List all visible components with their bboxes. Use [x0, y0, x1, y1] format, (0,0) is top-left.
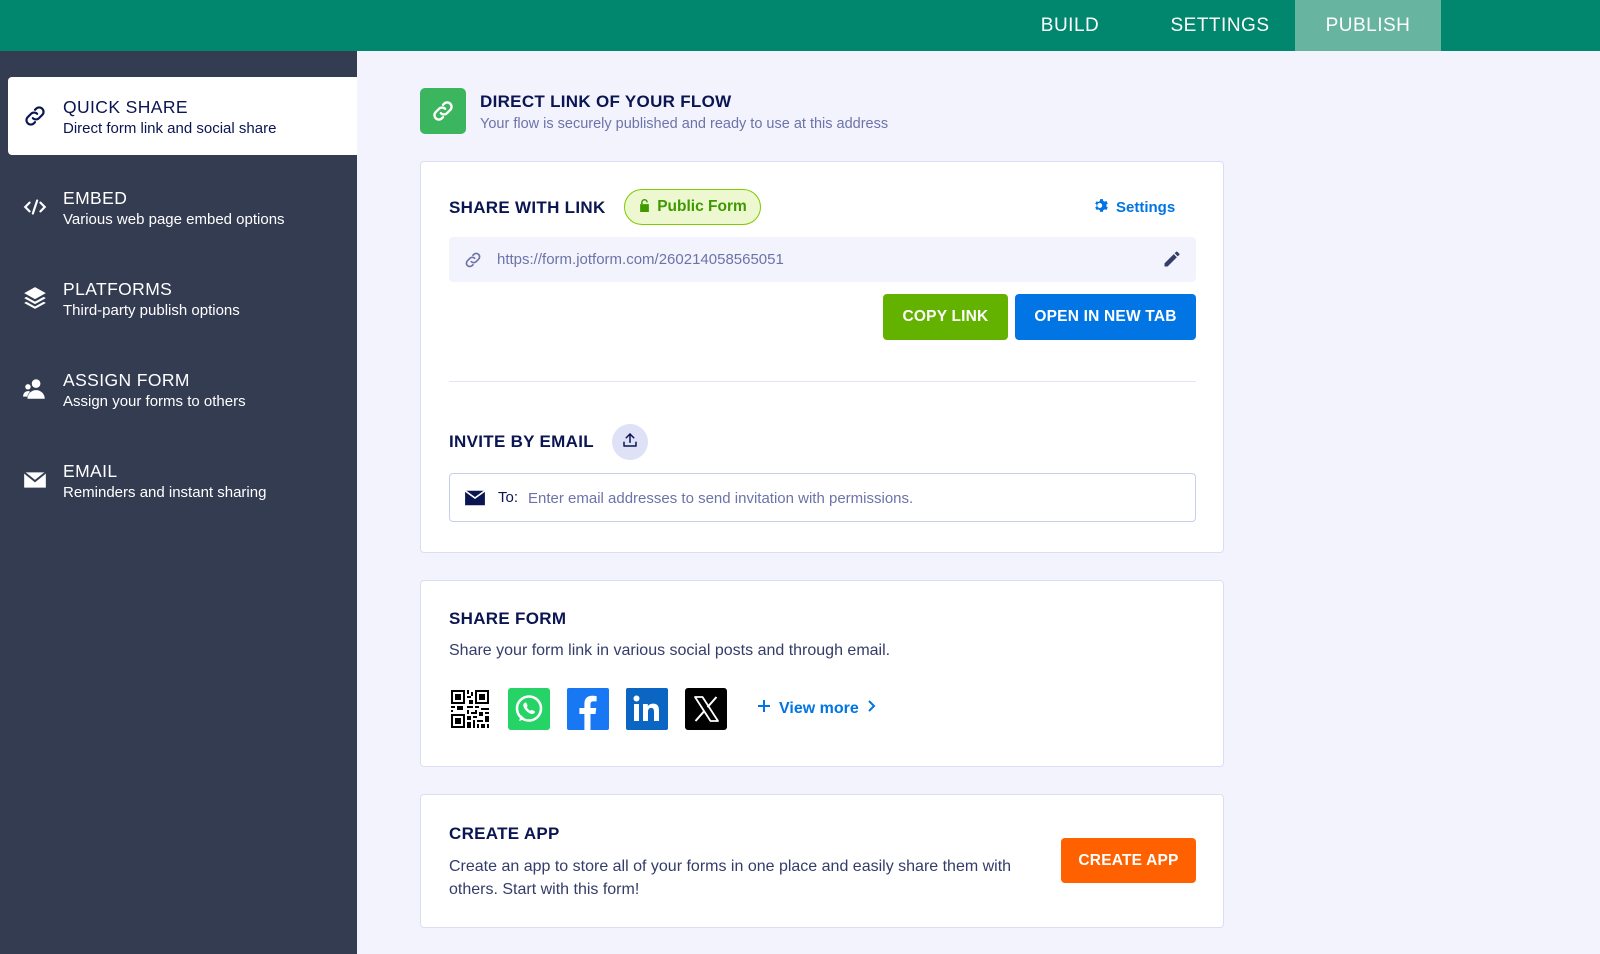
facebook-icon[interactable]: [567, 688, 609, 730]
form-url: https://form.jotform.com/260214058565051: [497, 251, 784, 268]
sidebar-item-embed[interactable]: EMBED Various web page embed options: [8, 168, 357, 246]
share-form-description: Share your form link in various social p…: [449, 642, 891, 659]
create-app-title: CREATE APP: [449, 824, 560, 843]
pencil-icon[interactable]: [1162, 249, 1182, 274]
tab-build[interactable]: BUILD: [1010, 0, 1130, 51]
open-in-new-tab-button[interactable]: OPEN IN NEW TAB: [1015, 294, 1196, 340]
page-title: DIRECT LINK OF YOUR FLOW: [480, 92, 732, 111]
create-app-description: Create an app to store all of your forms…: [449, 858, 1012, 898]
settings-label: Settings: [1116, 199, 1176, 216]
badge-label: Public Form: [657, 198, 747, 215]
x-icon[interactable]: [685, 688, 727, 730]
upload-icon: [621, 431, 639, 454]
sidebar-item-title: PLATFORMS: [63, 279, 173, 299]
chevron-right-icon: [867, 699, 877, 718]
page-subtitle: Your flow is securely published and read…: [480, 116, 889, 132]
gear-icon: [1093, 197, 1110, 218]
sidebar-item-subtitle: Direct form link and social share: [63, 120, 277, 137]
divider: [449, 381, 1196, 382]
sidebar-item-subtitle: Various web page embed options: [63, 211, 285, 228]
create-app-button[interactable]: CREATE APP: [1061, 838, 1196, 883]
tab-settings[interactable]: SETTINGS: [1145, 0, 1295, 51]
to-label: To:: [498, 489, 519, 506]
layers-icon: [22, 285, 48, 311]
sidebar: QUICK SHARE Direct form link and social …: [0, 51, 357, 954]
invite-by-email-title: INVITE BY EMAIL: [449, 432, 594, 451]
lock-icon: [638, 198, 651, 217]
sidebar-item-subtitle: Third-party publish options: [63, 302, 240, 319]
users-icon: [22, 376, 48, 402]
share-form-title: SHARE FORM: [449, 609, 567, 628]
envelope-icon: [22, 467, 48, 493]
link-icon: [463, 250, 483, 275]
sidebar-item-title: ASSIGN FORM: [63, 370, 190, 390]
whatsapp-icon[interactable]: [508, 688, 550, 730]
sidebar-item-quick-share[interactable]: QUICK SHARE Direct form link and social …: [8, 77, 357, 155]
copy-link-button[interactable]: COPY LINK: [883, 294, 1008, 340]
view-more-label: View more: [779, 699, 859, 717]
settings-link[interactable]: Settings: [1093, 197, 1175, 218]
view-more-link[interactable]: View more: [757, 699, 877, 718]
public-form-badge[interactable]: Public Form: [624, 189, 761, 225]
envelope-icon: [464, 489, 486, 512]
qr-code-icon[interactable]: [449, 688, 491, 730]
email-input[interactable]: [528, 482, 1178, 514]
form-url-field[interactable]: https://form.jotform.com/260214058565051: [449, 237, 1196, 282]
upload-button[interactable]: [612, 424, 648, 460]
top-navigation-bar: BUILD SETTINGS PUBLISH: [0, 0, 1600, 51]
sidebar-item-subtitle: Assign your forms to others: [63, 393, 246, 410]
share-link-card: SHARE WITH LINK Public Form Settings htt…: [420, 161, 1224, 553]
sidebar-item-email[interactable]: EMAIL Reminders and instant sharing: [8, 441, 357, 519]
link-icon: [22, 103, 48, 129]
code-icon: [22, 194, 48, 220]
create-app-card: CREATE APP Create an app to store all of…: [420, 794, 1224, 928]
email-invite-field[interactable]: To:: [449, 473, 1196, 522]
share-with-link-title: SHARE WITH LINK: [449, 198, 606, 217]
share-form-card: SHARE FORM Share your form link in vario…: [420, 580, 1224, 767]
sidebar-item-assign-form[interactable]: ASSIGN FORM Assign your forms to others: [8, 350, 357, 428]
sidebar-item-platforms[interactable]: PLATFORMS Third-party publish options: [8, 259, 357, 337]
link-icon: [420, 88, 466, 134]
sidebar-item-title: EMBED: [63, 188, 128, 208]
tab-publish[interactable]: PUBLISH: [1295, 0, 1441, 51]
sidebar-item-subtitle: Reminders and instant sharing: [63, 484, 267, 501]
sidebar-item-title: QUICK SHARE: [63, 97, 188, 117]
sidebar-item-title: EMAIL: [63, 461, 118, 481]
linkedin-icon[interactable]: [626, 688, 668, 730]
plus-icon: [757, 699, 771, 718]
